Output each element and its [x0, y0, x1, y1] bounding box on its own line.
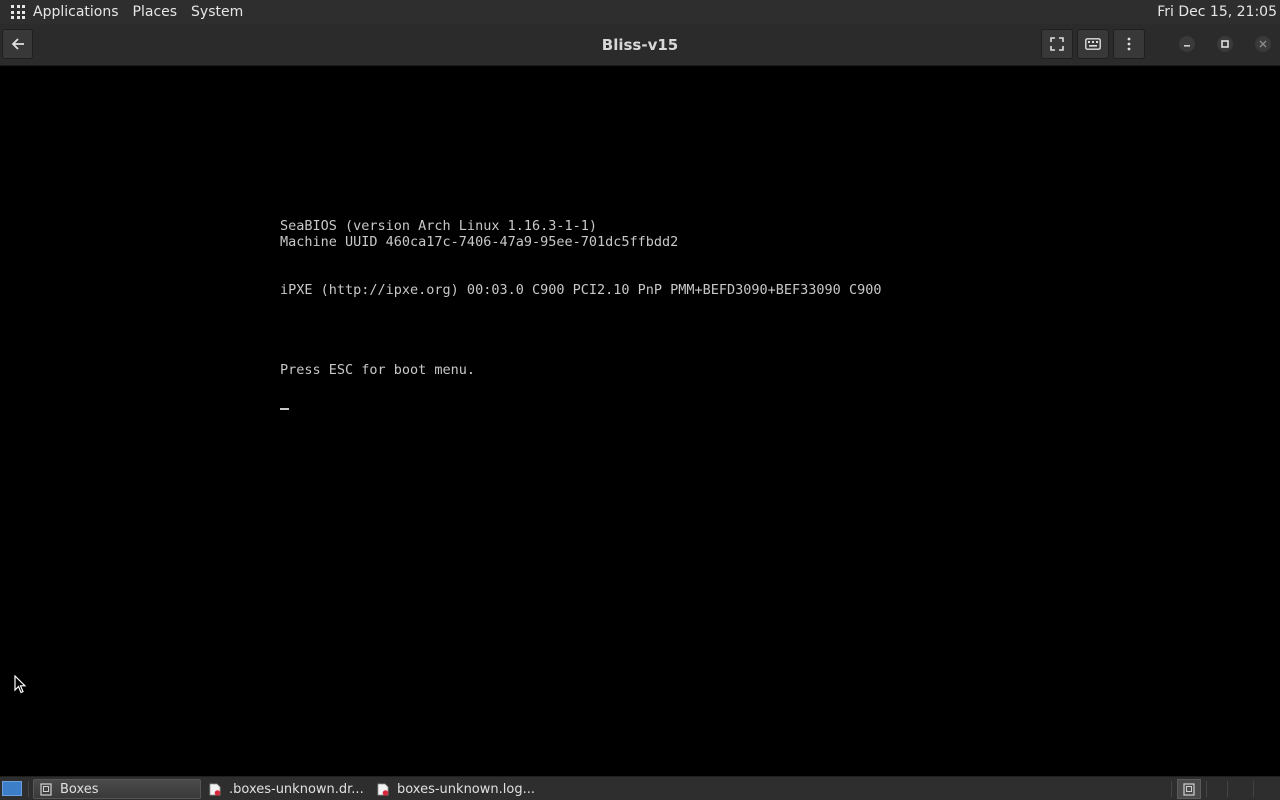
separator — [28, 781, 29, 797]
separator — [1227, 781, 1228, 797]
top-panel: Applications Places System Fri Dec 15, 2… — [0, 0, 1280, 24]
menu-system[interactable]: System — [191, 4, 243, 20]
vm-console[interactable]: SeaBIOS (version Arch Linux 1.16.3-1-1) … — [280, 218, 881, 378]
menu-places[interactable]: Places — [133, 4, 178, 20]
clock[interactable]: Fri Dec 15, 21:05 — [1157, 4, 1277, 20]
console-line-seabios: SeaBIOS (version Arch Linux 1.16.3-1-1) — [280, 218, 597, 234]
fullscreen-button[interactable] — [1041, 29, 1073, 59]
menu-button[interactable] — [1113, 29, 1145, 59]
document-error-icon — [377, 783, 389, 796]
separator — [1253, 781, 1254, 797]
task-boxes[interactable]: Boxes — [33, 779, 201, 799]
show-desktop-button[interactable] — [2, 781, 22, 796]
task-label: Boxes — [60, 781, 99, 797]
separator — [1206, 781, 1207, 797]
task-label: .boxes-unknown.dr... — [229, 781, 364, 797]
task-boxes-unknown-log[interactable]: boxes-unknown.log... — [371, 779, 539, 799]
maximize-icon — [1221, 40, 1229, 48]
text-cursor — [280, 408, 289, 410]
close-button[interactable] — [1255, 36, 1271, 52]
minimize-button[interactable] — [1179, 36, 1195, 52]
apps-grid-icon[interactable] — [11, 5, 25, 19]
close-icon — [1259, 40, 1267, 48]
boxes-app-icon — [40, 782, 52, 796]
keyboard-button[interactable] — [1077, 29, 1109, 59]
task-boxes-unknown-dr[interactable]: .boxes-unknown.dr... — [203, 779, 368, 799]
header-bar: Bliss-v15 — [0, 24, 1280, 66]
tray-boxes-icon[interactable] — [1177, 779, 1201, 799]
fullscreen-icon — [1050, 37, 1064, 51]
maximize-button[interactable] — [1217, 36, 1233, 52]
menu-applications[interactable]: Applications — [33, 4, 119, 20]
taskbar: Boxes .boxes-unknown.dr... boxes-unknown… — [0, 776, 1280, 800]
mouse-pointer-icon — [14, 675, 26, 694]
console-line-ipxe: iPXE (http://ipxe.org) 00:03.0 C900 PCI2… — [280, 282, 882, 298]
task-label: boxes-unknown.log... — [397, 781, 535, 797]
console-line-esc-prompt: Press ESC for boot menu. — [280, 362, 476, 378]
menu-icon — [1127, 37, 1131, 51]
keyboard-icon — [1085, 38, 1101, 50]
document-error-icon — [209, 783, 221, 796]
minimize-icon — [1184, 45, 1190, 47]
console-line-uuid: Machine UUID 460ca17c-7406-47a9-95ee-701… — [280, 234, 679, 250]
separator — [1171, 781, 1172, 797]
boxes-tray-icon — [1183, 782, 1195, 796]
